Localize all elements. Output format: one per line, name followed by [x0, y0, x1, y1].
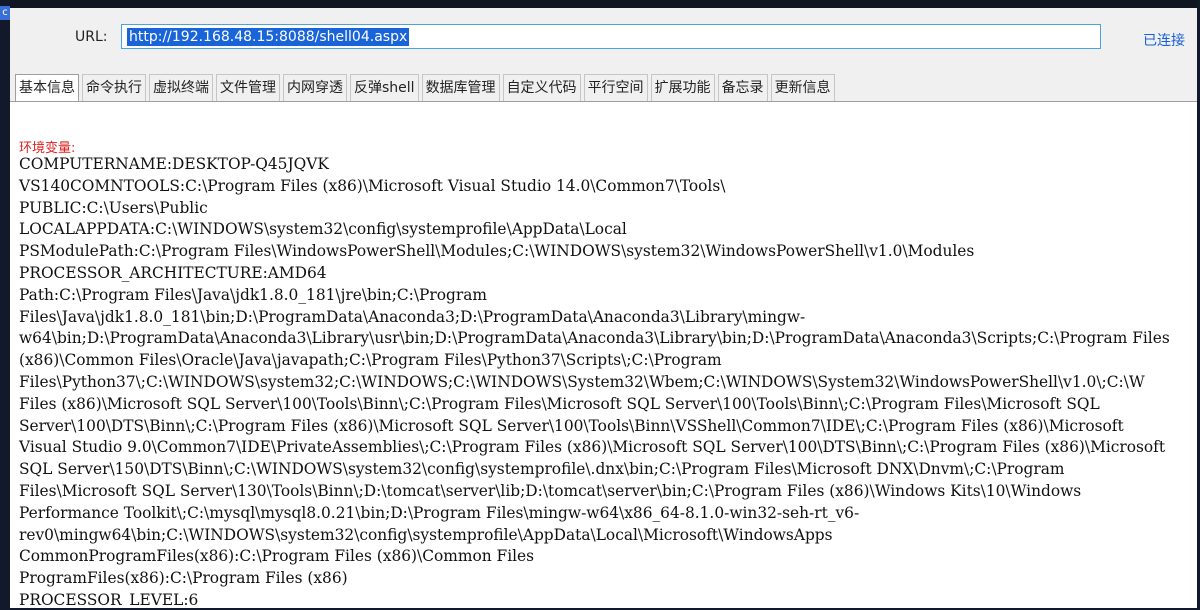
env-var-line: Path:C:\Program Files\Java\jdk1.8.0_181\…: [19, 285, 488, 304]
url-input-value[interactable]: http://192.168.48.15:8088/shell04.aspx: [127, 28, 410, 46]
tab-bar: 基本信息 命令执行 虚拟终端 文件管理 内网穿透 反弹shell 数据库管理 自定义代码 平行空…: [15, 74, 838, 103]
tab-7[interactable]: 自定义代码: [502, 74, 581, 101]
tab-6[interactable]: 数据库管理: [421, 74, 500, 101]
env-var-line: Server\100\DTS\Binn\;C:\Program Files (x…: [19, 416, 1124, 435]
env-var-line: VS140COMNTOOLS:C:\Program Files (x86)\Mi…: [19, 176, 726, 195]
env-var-line: Files (x86)\Microsoft SQL Server\100\Too…: [19, 394, 1100, 413]
env-var-line: PSModulePath:C:\Program Files\WindowsPow…: [19, 242, 975, 261]
tab-9[interactable]: 扩展功能: [650, 74, 715, 101]
env-var-line: CommonProgramFiles(x86):C:\Program Files…: [19, 547, 535, 566]
tab-0[interactable]: 基本信息: [15, 74, 79, 103]
connection-status: 已连接: [1143, 33, 1185, 49]
env-var-line: Files\Python37\;C:\WINDOWS\system32;C:\W…: [19, 372, 1145, 391]
tab-10[interactable]: 备忘录: [717, 74, 768, 101]
env-var-line: LOCALAPPDATA:C:\WINDOWS\system32\config\…: [19, 220, 627, 239]
env-var-line: ProgramFiles(x86):C:\Program Files (x86): [19, 569, 348, 588]
env-var-line: Files\Java\jdk1.8.0_181\bin;D:\ProgramDa…: [19, 307, 806, 326]
env-var-line: Files\Microsoft SQL Server\130\Tools\Bin…: [19, 481, 1082, 500]
tab-8[interactable]: 平行空间: [583, 74, 648, 101]
app-icon[interactable]: c: [0, 6, 10, 20]
window-left-border: [0, 0, 10, 610]
tab-11[interactable]: 更新信息: [770, 74, 835, 101]
env-var-line: (x86)\Common Files\Oracle\Java\javapath;…: [19, 351, 722, 370]
env-var-line: PROCESSOR_LEVEL:6: [19, 590, 199, 608]
tab-4[interactable]: 内网穿透: [283, 74, 347, 101]
tab-1[interactable]: 命令执行: [82, 74, 146, 101]
env-var-line: SQL Server\150\DTS\Binn\;C:\WINDOWS\syst…: [19, 460, 1065, 479]
url-input[interactable]: http://192.168.48.15:8088/shell04.aspx: [121, 24, 1101, 49]
env-var-line: rev0\mingw64\bin;C:\WINDOWS\system32\con…: [19, 525, 833, 544]
tab-5[interactable]: 反弹shell: [350, 74, 419, 101]
env-var-line: PROCESSOR_ARCHITECTURE:AMD64: [19, 263, 327, 282]
env-var-list: COMPUTERNAME:DESKTOP-Q45JQVK VS140COMNTOO…: [19, 154, 1197, 608]
env-var-line: Performance Toolkit\;C:\mysql\mysql8.0.2…: [19, 503, 860, 522]
env-var-line: w64\bin;D:\ProgramData\Anaconda3\Library…: [19, 329, 1170, 348]
env-var-line: PUBLIC:C:\Users\Public: [19, 198, 208, 217]
tab-2[interactable]: 虚拟终端: [149, 74, 213, 101]
env-var-line: Visual Studio 9.0\Common7\IDE\PrivateAss…: [19, 438, 1166, 457]
window-top-border: [0, 0, 1200, 8]
content-panel: 环境变量: COMPUTERNAME:DESKTOP-Q45JQVK VS140C…: [10, 101, 1197, 608]
env-var-line: COMPUTERNAME:DESKTOP-Q45JQVK: [19, 155, 329, 173]
url-label: URL:: [75, 29, 108, 45]
tab-3[interactable]: 文件管理: [216, 74, 280, 101]
